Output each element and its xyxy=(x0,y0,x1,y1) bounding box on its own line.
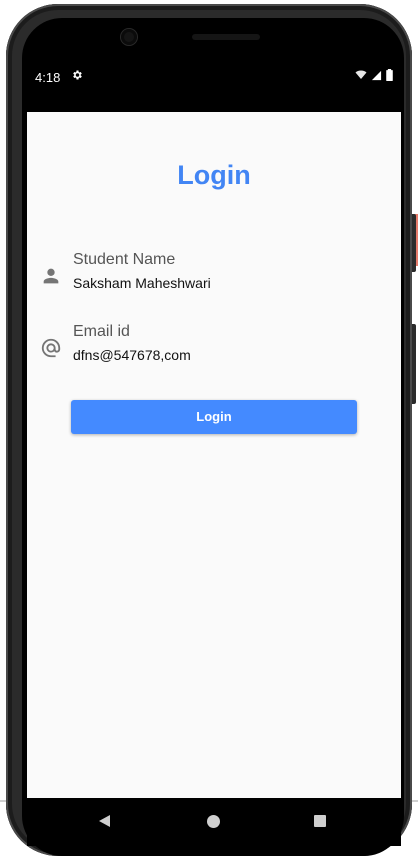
student-name-field[interactable]: Student Name Saksham Maheshwari xyxy=(27,251,401,301)
email-field[interactable]: Email id dfns@547678,com xyxy=(27,323,401,373)
front-camera xyxy=(121,29,137,45)
student-name-value[interactable]: Saksham Maheshwari xyxy=(73,275,211,291)
person-icon xyxy=(40,265,62,287)
battery-icon xyxy=(386,69,393,84)
status-icons xyxy=(355,69,393,84)
gear-icon xyxy=(71,69,83,84)
email-value[interactable]: dfns@547678,com xyxy=(73,347,191,363)
power-button xyxy=(412,324,416,404)
student-name-label: Student Name xyxy=(73,251,175,269)
recents-icon[interactable] xyxy=(314,815,326,827)
signal-icon xyxy=(371,69,382,84)
back-icon[interactable] xyxy=(99,815,110,827)
status-time: 4:18 xyxy=(35,70,60,85)
login-screen: Login Student Name Saksham Maheshwari Em… xyxy=(27,112,401,798)
page-title: Login xyxy=(27,160,401,191)
navigation-bar xyxy=(27,798,401,846)
email-label: Email id xyxy=(73,323,130,341)
at-sign-icon xyxy=(40,337,62,359)
earpiece-speaker xyxy=(192,34,260,40)
wifi-icon xyxy=(355,69,367,84)
volume-button xyxy=(412,214,416,272)
login-button[interactable]: Login xyxy=(71,400,357,434)
home-icon[interactable] xyxy=(207,815,220,828)
status-bar: 4:18 xyxy=(27,60,401,94)
